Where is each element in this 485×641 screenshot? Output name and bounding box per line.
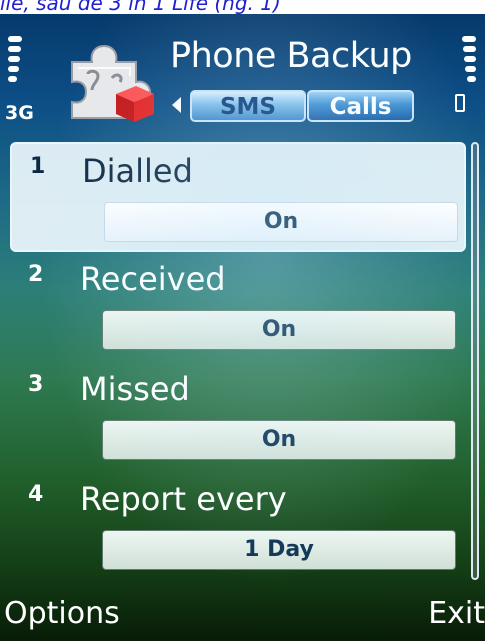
setting-label: Report every [80, 480, 287, 518]
caption-text: ile, sau dễ 3 in 1 Life (hg. 1) [0, 0, 281, 14]
tab-sms[interactable]: SMS [190, 90, 306, 122]
setting-row-received[interactable]: 2 Received On [10, 252, 466, 362]
setting-value-field[interactable]: 1 Day [102, 530, 456, 570]
exit-softkey[interactable]: Exit [428, 596, 485, 631]
tab-left-arrow-icon[interactable] [172, 97, 181, 113]
scrollbar-thumb[interactable] [473, 144, 477, 578]
settings-list: 1 Dialled On 2 Received On 3 Missed On 4… [0, 142, 470, 602]
setting-row-report-every[interactable]: 4 Report every 1 Day [10, 472, 466, 582]
page-caption: ile, sau dễ 3 in 1 Life (hg. 1) [0, 0, 485, 14]
scrollbar[interactable] [471, 142, 479, 580]
setting-value-field[interactable]: On [102, 310, 456, 350]
app-header: 3G Phone Backup SMS Calls [0, 14, 485, 134]
setting-number: 3 [28, 372, 44, 397]
setting-label: Dialled [82, 152, 193, 190]
network-type-label: 3G [5, 102, 34, 124]
setting-number: 2 [28, 262, 44, 287]
setting-label: Missed [80, 370, 190, 408]
setting-value-field[interactable]: On [102, 420, 456, 460]
setting-row-missed[interactable]: 3 Missed On [10, 362, 466, 472]
setting-number: 1 [30, 154, 46, 179]
puzzle-backup-icon [71, 44, 154, 122]
options-softkey[interactable]: Options [4, 596, 120, 631]
setting-number: 4 [28, 482, 44, 507]
phone-screen: 3G Phone Backup SMS Calls 1 Dialled On 2… [0, 14, 485, 641]
setting-row-dialled[interactable]: 1 Dialled On [10, 142, 466, 252]
setting-label: Received [80, 260, 226, 298]
battery-icon [455, 94, 465, 112]
setting-value-field[interactable]: On [104, 202, 458, 242]
app-title: Phone Backup [170, 36, 412, 76]
tab-calls[interactable]: Calls [307, 90, 414, 122]
